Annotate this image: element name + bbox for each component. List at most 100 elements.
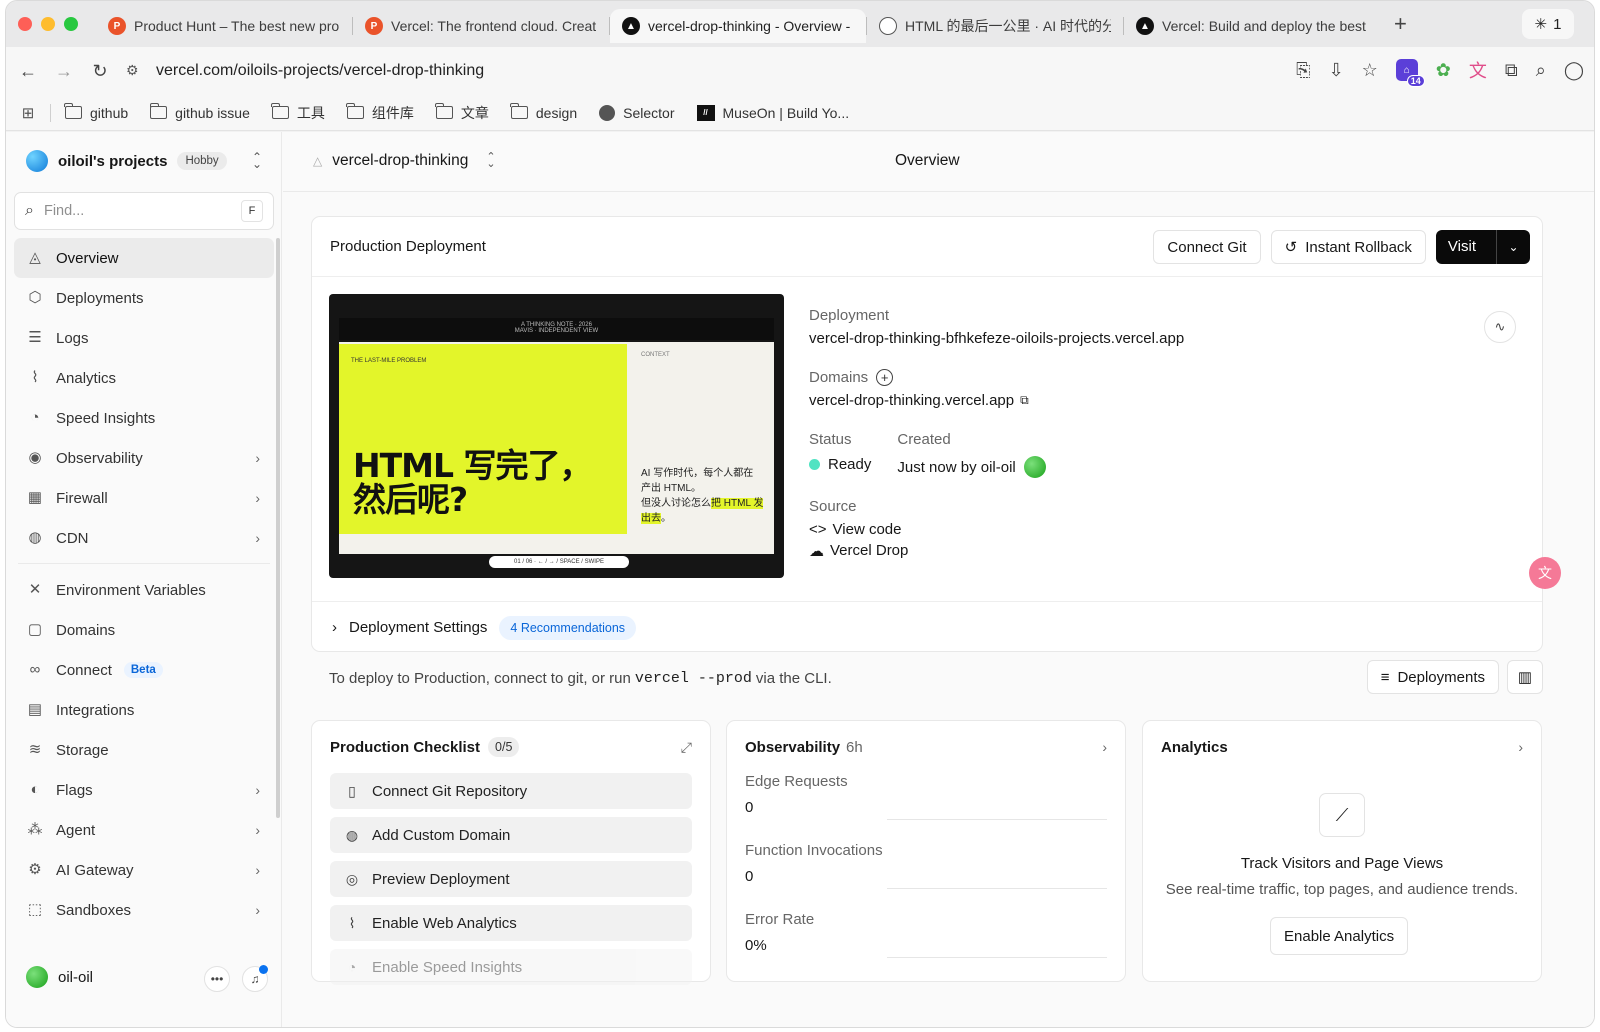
- checklist-item[interactable]: ◔ Enable Speed Insights: [330, 949, 692, 985]
- browser-tab[interactable]: ▲ Vercel: Build and deploy the best: [1124, 9, 1380, 43]
- bookmark-item[interactable]: github: [64, 103, 128, 121]
- sidebar-item-environment-variables[interactable]: ✕ Environment Variables: [14, 570, 274, 610]
- tab-label: vercel-drop-thinking - Overview -: [648, 18, 851, 34]
- product-hunt-icon: P: [365, 17, 383, 35]
- close-window-button[interactable]: [18, 17, 32, 31]
- sidebar-item-firewall[interactable]: ▦ Firewall ›: [14, 478, 274, 518]
- forward-arrow-icon[interactable]: →: [46, 61, 82, 82]
- sidebar-item-connect[interactable]: ∞ Connect Beta: [14, 650, 274, 690]
- observability-header[interactable]: Observability 6h ›: [727, 721, 1125, 773]
- browser-tab[interactable]: P Vercel: The frontend cloud. Creat: [353, 9, 609, 43]
- recommendations-badge[interactable]: 4 Recommendations: [499, 615, 637, 640]
- deployment-url-link[interactable]: vercel-drop-thinking-bfhkefeze-oiloils-p…: [809, 330, 1184, 347]
- metric-value: 0: [745, 868, 754, 885]
- sidebar-item-flags[interactable]: ◐ Flags ›: [14, 770, 274, 810]
- back-arrow-icon[interactable]: ←: [10, 61, 46, 82]
- extension-bug-icon[interactable]: ✿: [1436, 60, 1451, 81]
- instant-rollback-button[interactable]: ↺ Instant Rollback: [1270, 230, 1426, 264]
- bookmark-item[interactable]: github issue: [149, 103, 250, 121]
- sidebar-item-speed-insights[interactable]: ◔ Speed Insights: [14, 398, 274, 438]
- sidebar-item-ai-gateway[interactable]: ⚙ AI Gateway ›: [14, 850, 274, 890]
- bookmark-item[interactable]: 组件库: [346, 103, 414, 123]
- activity-pulse-icon[interactable]: ∿: [1484, 311, 1516, 343]
- sidebar-item-sandboxes[interactable]: ⬚ Sandboxes ›: [14, 890, 274, 930]
- vercel-app: oiloil's projects Hobby ⌃ ⌄ ⌕ Find... F ◬…: [6, 132, 1594, 1027]
- sidebar-item-storage[interactable]: ≋ Storage: [14, 730, 274, 770]
- sidebar-item-deployments[interactable]: ⬡ Deployments: [14, 278, 274, 318]
- notification-dot: [259, 965, 268, 974]
- checklist-item[interactable]: ⌇ Enable Web Analytics: [330, 905, 692, 941]
- project-name: vercel-drop-thinking: [332, 152, 469, 169]
- enable-analytics-button[interactable]: Enable Analytics: [1270, 917, 1409, 955]
- deployment-preview[interactable]: A THINKING NOTE · 2026 MAVIS · INDEPENDEN…: [329, 294, 784, 578]
- profile-icon[interactable]: ◯: [1564, 60, 1584, 81]
- find-input[interactable]: ⌕ Find... F: [14, 192, 274, 230]
- bookmark-item[interactable]: 工具: [271, 103, 325, 123]
- expand-icon[interactable]: ⤢: [681, 739, 692, 756]
- sidebar-item-analytics[interactable]: ⌇ Analytics: [14, 358, 274, 398]
- checklist-item[interactable]: ▯ Connect Git Repository: [330, 773, 692, 809]
- extension-translate-icon[interactable]: 文: [1469, 57, 1487, 83]
- preview-footer: 01 / 06 · ← / → / SPACE / SWIPE: [489, 556, 629, 568]
- domain-link[interactable]: vercel-drop-thinking.vercel.app ⧉: [809, 392, 1184, 409]
- bookmark-star-icon[interactable]: ☆: [1362, 60, 1378, 81]
- new-tab-button[interactable]: +: [1394, 11, 1407, 37]
- browser-tab[interactable]: P Product Hunt – The best new pro: [96, 9, 352, 43]
- visit-button[interactable]: Visit ⌄: [1435, 230, 1530, 264]
- floating-translate-icon[interactable]: 文: [1529, 557, 1561, 589]
- bookmark-item[interactable]: design: [510, 103, 577, 121]
- browser-toolbar: ← → ↻ ⚙ vercel.com/oiloils-projects/verc…: [6, 47, 1594, 95]
- sidebar-item-agent[interactable]: ⁂ Agent ›: [14, 810, 274, 850]
- docs-button[interactable]: ▥: [1507, 660, 1543, 694]
- notifications-button[interactable]: ♫: [242, 965, 268, 992]
- checklist-item[interactable]: ◎ Preview Deployment: [330, 861, 692, 897]
- maximize-window-button[interactable]: [64, 17, 78, 31]
- browser-tab[interactable]: HTML 的最后一公里 · AI 时代的分: [867, 9, 1123, 43]
- reload-icon[interactable]: ↻: [82, 61, 118, 82]
- bookmark-item[interactable]: 文章: [435, 103, 489, 123]
- team-switcher[interactable]: oiloil's projects Hobby: [26, 150, 227, 172]
- sidebar-item-domains[interactable]: ▢ Domains: [14, 610, 274, 650]
- add-domain-icon[interactable]: +: [876, 369, 894, 386]
- connect-git-button[interactable]: Connect Git: [1153, 230, 1261, 264]
- minimize-window-button[interactable]: [41, 17, 55, 31]
- tab-search-icon[interactable]: ⌕: [1536, 60, 1546, 81]
- checklist-item[interactable]: ◍ Add Custom Domain: [330, 817, 692, 853]
- observability-title: Observability: [745, 738, 841, 756]
- sidebar-item-overview[interactable]: ◬ Overview: [14, 238, 274, 278]
- sidebar-item-cdn[interactable]: ◍ CDN ›: [14, 518, 274, 558]
- project-switcher[interactable]: △ vercel-drop-thinking ⌃ ⌄: [313, 152, 496, 170]
- address-bar[interactable]: ⚙ vercel.com/oiloils-projects/vercel-dro…: [126, 54, 1186, 88]
- browser-tab[interactable]: ▲ vercel-drop-thinking - Overview -: [610, 9, 866, 43]
- sidebar-item-integrations[interactable]: ▤ Integrations: [14, 690, 274, 730]
- bookmark-item[interactable]: Selector: [599, 104, 675, 121]
- loading-icon: ✳: [1534, 16, 1548, 33]
- sidebar-item-observability[interactable]: ◉ Observability ›: [14, 438, 274, 478]
- extension-icon[interactable]: ⌂ 14: [1395, 59, 1425, 87]
- translate-icon[interactable]: ⎘: [1296, 60, 1310, 81]
- observability-card: Observability 6h › Edge Requests 0 Functio…: [726, 720, 1126, 982]
- page-title: Overview: [895, 152, 960, 169]
- deployment-settings-toggle[interactable]: › Deployment Settings 4 Recommendations: [312, 601, 1542, 653]
- book-icon: ▥: [1517, 669, 1533, 686]
- more-options-button[interactable]: •••: [204, 966, 230, 992]
- analytics-heading: Track Visitors and Page Views: [1240, 855, 1444, 872]
- find-shortcut: F: [241, 200, 263, 222]
- apps-grid-icon[interactable]: ⊞: [6, 104, 50, 122]
- user-menu[interactable]: oil-oil: [26, 966, 93, 988]
- install-app-icon[interactable]: ⇩: [1329, 60, 1344, 81]
- view-code-link[interactable]: <> View code: [809, 521, 1184, 538]
- deployments-button[interactable]: ≡ Deployments: [1366, 660, 1499, 694]
- tab-counter[interactable]: ✳ 1: [1522, 9, 1574, 39]
- cli-hint-text: To deploy to Production, connect to git,…: [329, 669, 631, 687]
- analytics-header[interactable]: Analytics ›: [1143, 721, 1541, 773]
- vercel-drop-link[interactable]: ☁ Vercel Drop: [809, 542, 1184, 560]
- chevron-down-icon[interactable]: ⌄: [1496, 230, 1530, 264]
- site-settings-icon[interactable]: ⚙: [126, 62, 144, 80]
- extensions-puzzle-icon[interactable]: ⧉: [1505, 60, 1518, 81]
- deployments-label: Deployments: [1397, 668, 1485, 686]
- sidebar-scrollbar[interactable]: [276, 238, 280, 818]
- bookmark-item[interactable]: // MuseOn | Build Yo...: [696, 104, 849, 121]
- chevron-up-down-icon[interactable]: ⌃ ⌄: [252, 151, 262, 170]
- sidebar-item-logs[interactable]: ☰ Logs: [14, 318, 274, 358]
